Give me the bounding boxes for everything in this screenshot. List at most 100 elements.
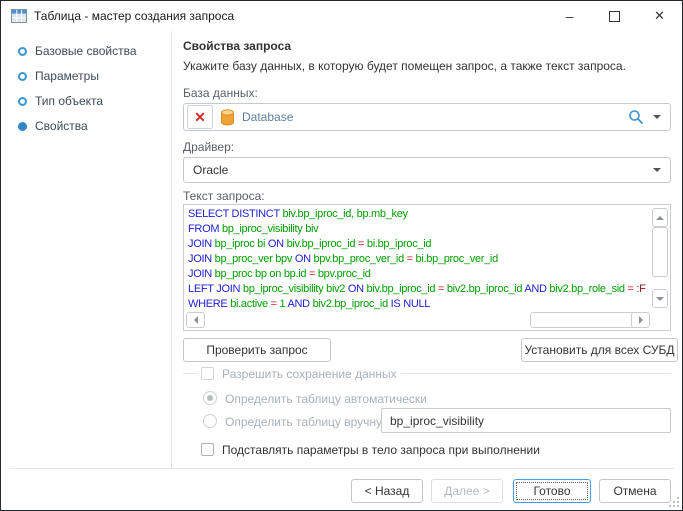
step-circle-active-icon bbox=[18, 122, 27, 131]
sql-token: = bbox=[309, 268, 318, 280]
sql-token: bi.bp_proc_ver_id bbox=[416, 253, 498, 265]
minimize-icon: – bbox=[566, 8, 574, 24]
close-button[interactable]: ✕ bbox=[637, 1, 682, 31]
sql-line: JOIN bp_proc bp on bp.id = bpv.proc_id bbox=[188, 267, 651, 282]
sql-token: ON bbox=[348, 283, 367, 295]
manual-table-input[interactable]: bp_iproc_visibility bbox=[381, 408, 671, 433]
step-circle-icon bbox=[18, 97, 27, 106]
sql-token: = bbox=[358, 238, 367, 250]
sql-token: biv2.bp_role_sid bbox=[549, 283, 627, 295]
sql-token: AND bbox=[287, 298, 312, 310]
close-icon: ✕ bbox=[654, 8, 665, 24]
focus-rect bbox=[516, 482, 588, 500]
groupbox-line bbox=[183, 373, 197, 374]
sql-token: ON bbox=[295, 253, 314, 265]
sql-token: WHERE bbox=[188, 298, 230, 310]
apply-all-dbms-button[interactable]: Установить для всех СУБД bbox=[521, 338, 678, 362]
finish-button[interactable]: Готово bbox=[513, 479, 591, 503]
vertical-scrollbar-thumb[interactable] bbox=[652, 227, 668, 277]
sql-token: AND bbox=[524, 283, 549, 295]
sql-token: FROM bbox=[188, 223, 222, 235]
sql-token: bp_iproc bi bbox=[215, 238, 268, 250]
table-icon bbox=[11, 9, 27, 23]
query-text-editor[interactable]: SELECT DISTINCT biv.bp_iproc_id, bp.mb_k… bbox=[183, 204, 671, 331]
auto-table-label: Определить таблицу автоматически bbox=[225, 392, 427, 406]
database-label: База данных: bbox=[183, 86, 258, 100]
sidebar-item-parameters[interactable]: Параметры bbox=[18, 66, 99, 86]
search-icon[interactable] bbox=[628, 109, 644, 125]
database-value: Database bbox=[242, 110, 293, 124]
sql-token: bpv.bp_proc_ver_id bbox=[313, 253, 406, 265]
sidebar-item-object-type[interactable]: Тип объекта bbox=[18, 91, 103, 111]
sql-token: bi.bp_iproc_id bbox=[367, 238, 431, 250]
database-dropdown-icon[interactable] bbox=[653, 115, 661, 119]
sql-token: = bbox=[271, 298, 280, 310]
maximize-icon bbox=[609, 11, 620, 22]
step-label: Параметры bbox=[35, 69, 99, 83]
sql-token: JOIN bbox=[188, 268, 215, 280]
driver-value: Oracle bbox=[193, 163, 228, 177]
sql-token: biv.bp_iproc_id, bp.mb_key bbox=[282, 208, 407, 220]
scroll-down-button[interactable] bbox=[652, 289, 668, 308]
scroll-right-button[interactable] bbox=[631, 312, 650, 328]
driver-dropdown-icon bbox=[653, 168, 661, 172]
sql-token: bp_proc_ver bpv bbox=[215, 253, 295, 265]
substitute-params-label: Подставлять параметры в тело запроса при… bbox=[222, 443, 540, 457]
step-label: Свойства bbox=[35, 119, 88, 133]
database-field[interactable]: ✕ Database bbox=[183, 103, 671, 131]
sidebar-item-properties[interactable]: Свойства bbox=[18, 116, 88, 136]
sidebar-separator bbox=[171, 31, 172, 468]
sql-token: SELECT DISTINCT bbox=[188, 208, 282, 220]
sql-token: biv2.bp_iproc_id bbox=[447, 283, 524, 295]
manual-table-value: bp_iproc_visibility bbox=[390, 414, 484, 428]
driver-label: Драйвер: bbox=[183, 140, 234, 154]
sql-token: LEFT JOIN bbox=[188, 283, 243, 295]
back-button[interactable]: < Назад bbox=[351, 479, 423, 503]
sql-line: LEFT JOIN bp_iproc_visibility biv2 ON bi… bbox=[188, 282, 651, 297]
step-label: Базовые свойства bbox=[35, 44, 137, 58]
groupbox-line bbox=[401, 373, 671, 374]
sql-line: WHERE bi.active = 1 AND biv2.bp_iproc_id… bbox=[188, 297, 651, 312]
horizontal-scrollbar-thumb[interactable] bbox=[530, 312, 640, 328]
manual-table-label: Определить таблицу вручную: bbox=[225, 415, 394, 429]
title-bar[interactable]: Таблица - мастер создания запроса – ✕ bbox=[1, 1, 682, 31]
sidebar-item-basic-properties[interactable]: Базовые свойства bbox=[18, 41, 137, 61]
arrow-up-icon bbox=[656, 216, 664, 220]
sql-token: bp_proc bp on bp.id bbox=[215, 268, 309, 280]
footer-separator bbox=[9, 468, 674, 469]
resize-grip-icon[interactable] bbox=[669, 497, 679, 507]
clear-x-icon: ✕ bbox=[194, 109, 206, 126]
scroll-up-button[interactable] bbox=[652, 208, 668, 227]
sql-token: = bbox=[438, 283, 447, 295]
wizard-dialog: Таблица - мастер создания запроса – ✕ Ба… bbox=[0, 0, 683, 511]
sql-token: ON bbox=[268, 238, 287, 250]
minimize-button[interactable]: – bbox=[547, 1, 592, 31]
sql-token: biv2.bp_iproc_id bbox=[313, 298, 391, 310]
verify-query-button[interactable]: Проверить запрос bbox=[183, 338, 331, 362]
next-button: Далее > bbox=[431, 479, 503, 503]
sql-token: bp_iproc_visibility biv2 bbox=[243, 283, 348, 295]
step-circle-icon bbox=[18, 47, 27, 56]
wizard-steps-sidebar: Базовые свойства Параметры Тип объекта С… bbox=[1, 31, 171, 510]
step-circle-icon bbox=[18, 72, 27, 81]
substitute-params-checkbox[interactable] bbox=[201, 443, 214, 456]
sql-line: SELECT DISTINCT biv.bp_iproc_id, bp.mb_k… bbox=[188, 207, 651, 222]
sql-token: JOIN bbox=[188, 238, 215, 250]
sql-line: FROM bp_iproc_visibility biv bbox=[188, 222, 651, 237]
sql-line: JOIN bp_iproc bi ON biv.bp_iproc_id = bi… bbox=[188, 237, 651, 252]
step-label: Тип объекта bbox=[35, 94, 103, 108]
scroll-left-button[interactable] bbox=[186, 312, 205, 328]
auto-table-radio bbox=[203, 391, 217, 405]
sql-token: = bbox=[407, 253, 416, 265]
sql-text[interactable]: SELECT DISTINCT biv.bp_iproc_id, bp.mb_k… bbox=[188, 207, 651, 312]
cancel-button[interactable]: Отмена bbox=[599, 479, 671, 503]
page-title: Свойства запроса bbox=[183, 39, 291, 53]
sql-token: biv.bp_iproc_id bbox=[367, 283, 438, 295]
sql-token: bi.active bbox=[230, 298, 270, 310]
arrow-left-icon bbox=[194, 316, 198, 324]
arrow-right-icon bbox=[639, 316, 643, 324]
sql-token: bp_iproc_visibility biv bbox=[222, 223, 318, 235]
clear-database-button[interactable]: ✕ bbox=[187, 105, 213, 129]
driver-select[interactable]: Oracle bbox=[183, 157, 671, 183]
maximize-button[interactable] bbox=[592, 1, 637, 31]
